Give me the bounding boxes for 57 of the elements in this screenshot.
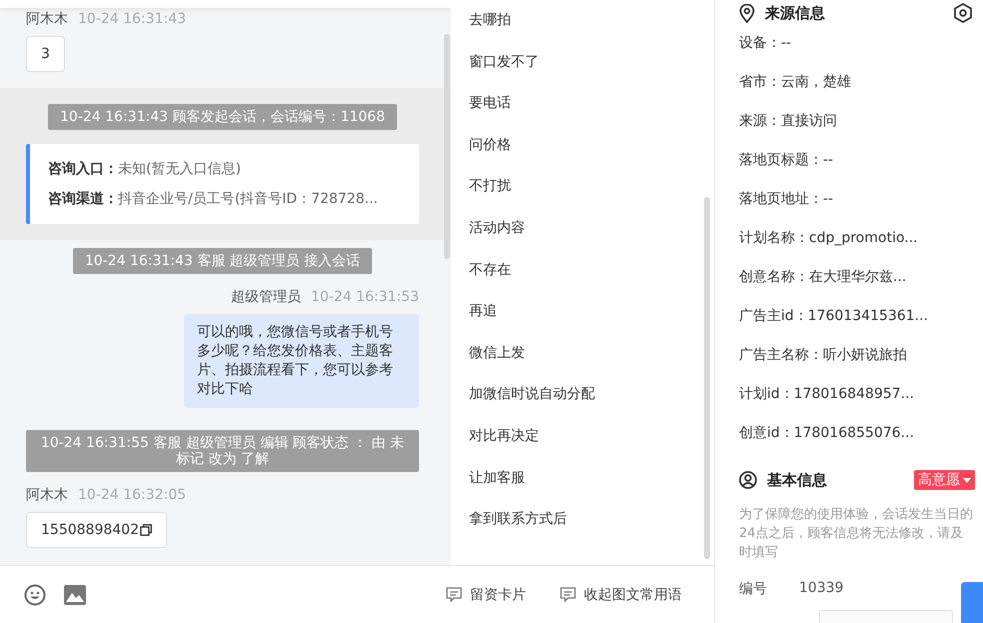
- source-info-item: 来源：直接访问: [739, 112, 838, 131]
- message-time: 10-24 16:31:43: [78, 10, 186, 28]
- source-info-item: 创意名称：在大理华尔兹...: [739, 268, 908, 287]
- message-icon: [446, 586, 462, 602]
- system-message: 10-24 16:31:43 顾客发起会话，会话编号：11068: [48, 104, 397, 130]
- message-time: 10-24 16:31:53: [310, 288, 419, 306]
- quick-phrase[interactable]: 不打扰: [451, 166, 714, 208]
- quick-phrase[interactable]: 再追: [451, 291, 714, 333]
- section-title: 基本信息: [767, 470, 827, 490]
- message-time: 10-24 16:32:05: [78, 486, 186, 504]
- quick-phrase[interactable]: 拿到联系方式后: [451, 499, 714, 541]
- message-bubble: 15508898402: [26, 512, 167, 548]
- caret-icon: [963, 478, 971, 482]
- quick-phrase[interactable]: 要电话: [451, 83, 714, 125]
- source-info-item: 广告主id：176013415361...: [739, 307, 930, 326]
- source-info-item: 落地页地址：--: [739, 190, 834, 209]
- image-icon[interactable]: [64, 584, 86, 604]
- inquiry-row-text: 咨询入口：未知(暂无入口信息): [48, 160, 242, 179]
- message-icon: [560, 586, 576, 602]
- sender-name: 阿木木: [26, 10, 68, 28]
- source-info-item: 创意id：178016855076...: [739, 424, 916, 443]
- field-value: 10339: [799, 580, 844, 598]
- quick-phrase[interactable]: 微信上发: [451, 332, 714, 374]
- emoji-icon[interactable]: [24, 584, 46, 606]
- field-label: 编号: [739, 580, 768, 598]
- quick-phrase[interactable]: 加微信时说自动分配: [451, 374, 714, 416]
- quick-phrase[interactable]: 窗口发不了: [451, 42, 714, 84]
- section-title: 来源信息: [765, 4, 825, 22]
- quick-phrase[interactable]: 对比再决定: [451, 416, 714, 458]
- system-message: 10-24 16:31:55 客服 超级管理员 编辑 顾客状态 ： 由 未标记 改为 了解: [26, 430, 419, 472]
- quick-phrase[interactable]: 活动内容: [451, 208, 714, 250]
- source-info-item: 设备：--: [739, 34, 792, 53]
- sender-name: 阿木木: [26, 486, 68, 504]
- notice-text: 为了保障您的使用体验，会话发生当日的24点之后，顾客信息将无法修改，请及时填写: [739, 506, 974, 562]
- system-message: 10-24 16:31:43 客服 超级管理员 接入会话: [72, 248, 372, 274]
- quick-phrase[interactable]: 问价格: [451, 124, 714, 166]
- source-info-item: 省市：云南，楚雄: [739, 73, 852, 92]
- user-icon: [739, 471, 757, 489]
- message-bubble: 3: [26, 36, 65, 72]
- quick-phrase[interactable]: 不存在: [451, 250, 714, 292]
- intent-dropdown[interactable]: 高意愿: [914, 470, 975, 490]
- source-info-item: 计划id：178016848957...: [739, 385, 916, 404]
- scrollbar[interactable]: [444, 34, 450, 259]
- location-icon: [739, 4, 755, 22]
- source-info-item: 落地页标题：--: [739, 151, 834, 170]
- sender-name: 超级管理员: [230, 288, 301, 306]
- message-bubble: 可以的哦，您微信号或者手机号多少呢？给您发价格表、主题客片、拍摄流程看下，您可以参考对比下哈: [184, 314, 419, 408]
- quick-phrase[interactable]: 去哪拍: [451, 0, 714, 42]
- copy-icon[interactable]: [140, 524, 152, 536]
- source-info-item: 计划名称：cdp_promotio...: [739, 229, 919, 248]
- scrollbar[interactable]: [704, 197, 710, 559]
- settings-icon[interactable]: [953, 3, 973, 23]
- quick-phrase[interactable]: 让加客服: [451, 458, 714, 500]
- source-info-item: 广告主名称：听小妍说旅拍: [739, 346, 908, 365]
- inquiry-row-text: 咨询渠道：抖音企业号/员工号(抖音号ID：728728...: [48, 190, 379, 209]
- toolbar-action[interactable]: 收起图文常用语: [552, 586, 690, 604]
- toolbar-action[interactable]: 留资卡片: [438, 586, 534, 604]
